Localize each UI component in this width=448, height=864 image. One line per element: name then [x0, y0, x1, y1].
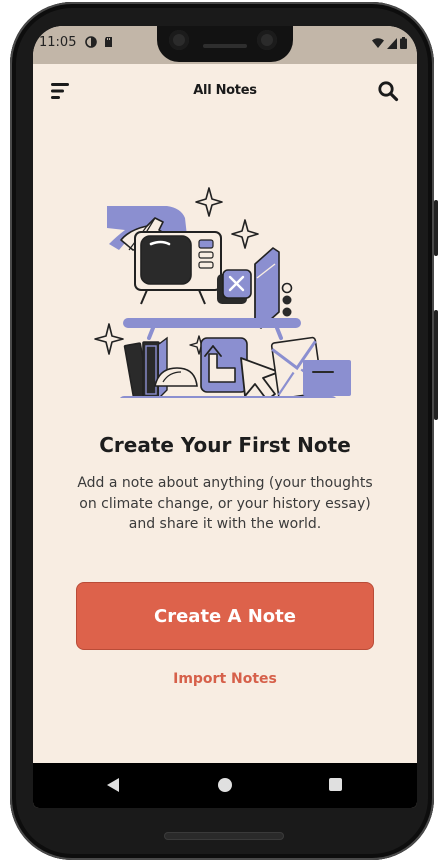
page-title: All Notes [193, 83, 257, 98]
empty-notes-illustration [94, 187, 351, 398]
upload-card-icon [200, 337, 248, 393]
create-note-button[interactable]: Create A Note [76, 582, 374, 650]
status-time: 11:05 [39, 35, 77, 50]
letter-card-icon [303, 360, 351, 396]
system-nav-bar [33, 763, 417, 808]
front-camera-left [169, 30, 189, 50]
sd-card-icon [105, 37, 112, 47]
cursor-icon [240, 357, 280, 398]
import-notes-link[interactable]: Import Notes [33, 671, 417, 687]
earpiece-speaker [203, 44, 247, 48]
retro-tv-icon [134, 231, 222, 305]
camera-notch [157, 26, 293, 62]
empty-state-heading: Create Your First Note [99, 433, 351, 457]
top-shelf-shape [123, 318, 301, 328]
volume-button [434, 310, 438, 420]
closed-box-icon [217, 269, 252, 304]
power-button [434, 200, 438, 256]
status-indicators [372, 37, 407, 49]
front-camera-right [257, 30, 277, 50]
sparkle-icon [94, 323, 124, 355]
sparkle-icon [231, 219, 259, 249]
back-icon[interactable] [107, 778, 119, 792]
screen: 11:05 All Notes Create Your First Note A… [33, 26, 417, 808]
app-bar: All Notes [33, 64, 417, 120]
battery-icon [400, 37, 407, 49]
dot-icon [282, 307, 292, 317]
recents-icon[interactable] [329, 778, 342, 791]
home-icon[interactable] [218, 778, 232, 792]
cell-signal-icon [387, 37, 397, 49]
wifi-icon [372, 37, 384, 48]
book-icon [254, 247, 280, 329]
dot-icon [282, 295, 292, 305]
sparkle-icon [195, 187, 223, 217]
bottom-speaker-grille [164, 832, 284, 840]
data-saver-icon [85, 36, 97, 48]
bottom-shelf-shape [120, 396, 336, 398]
empty-state-description: Add a note about anything (your thoughts… [77, 475, 373, 532]
dot-icon [281, 282, 293, 294]
search-icon[interactable] [377, 80, 399, 102]
books-icon [123, 336, 168, 398]
